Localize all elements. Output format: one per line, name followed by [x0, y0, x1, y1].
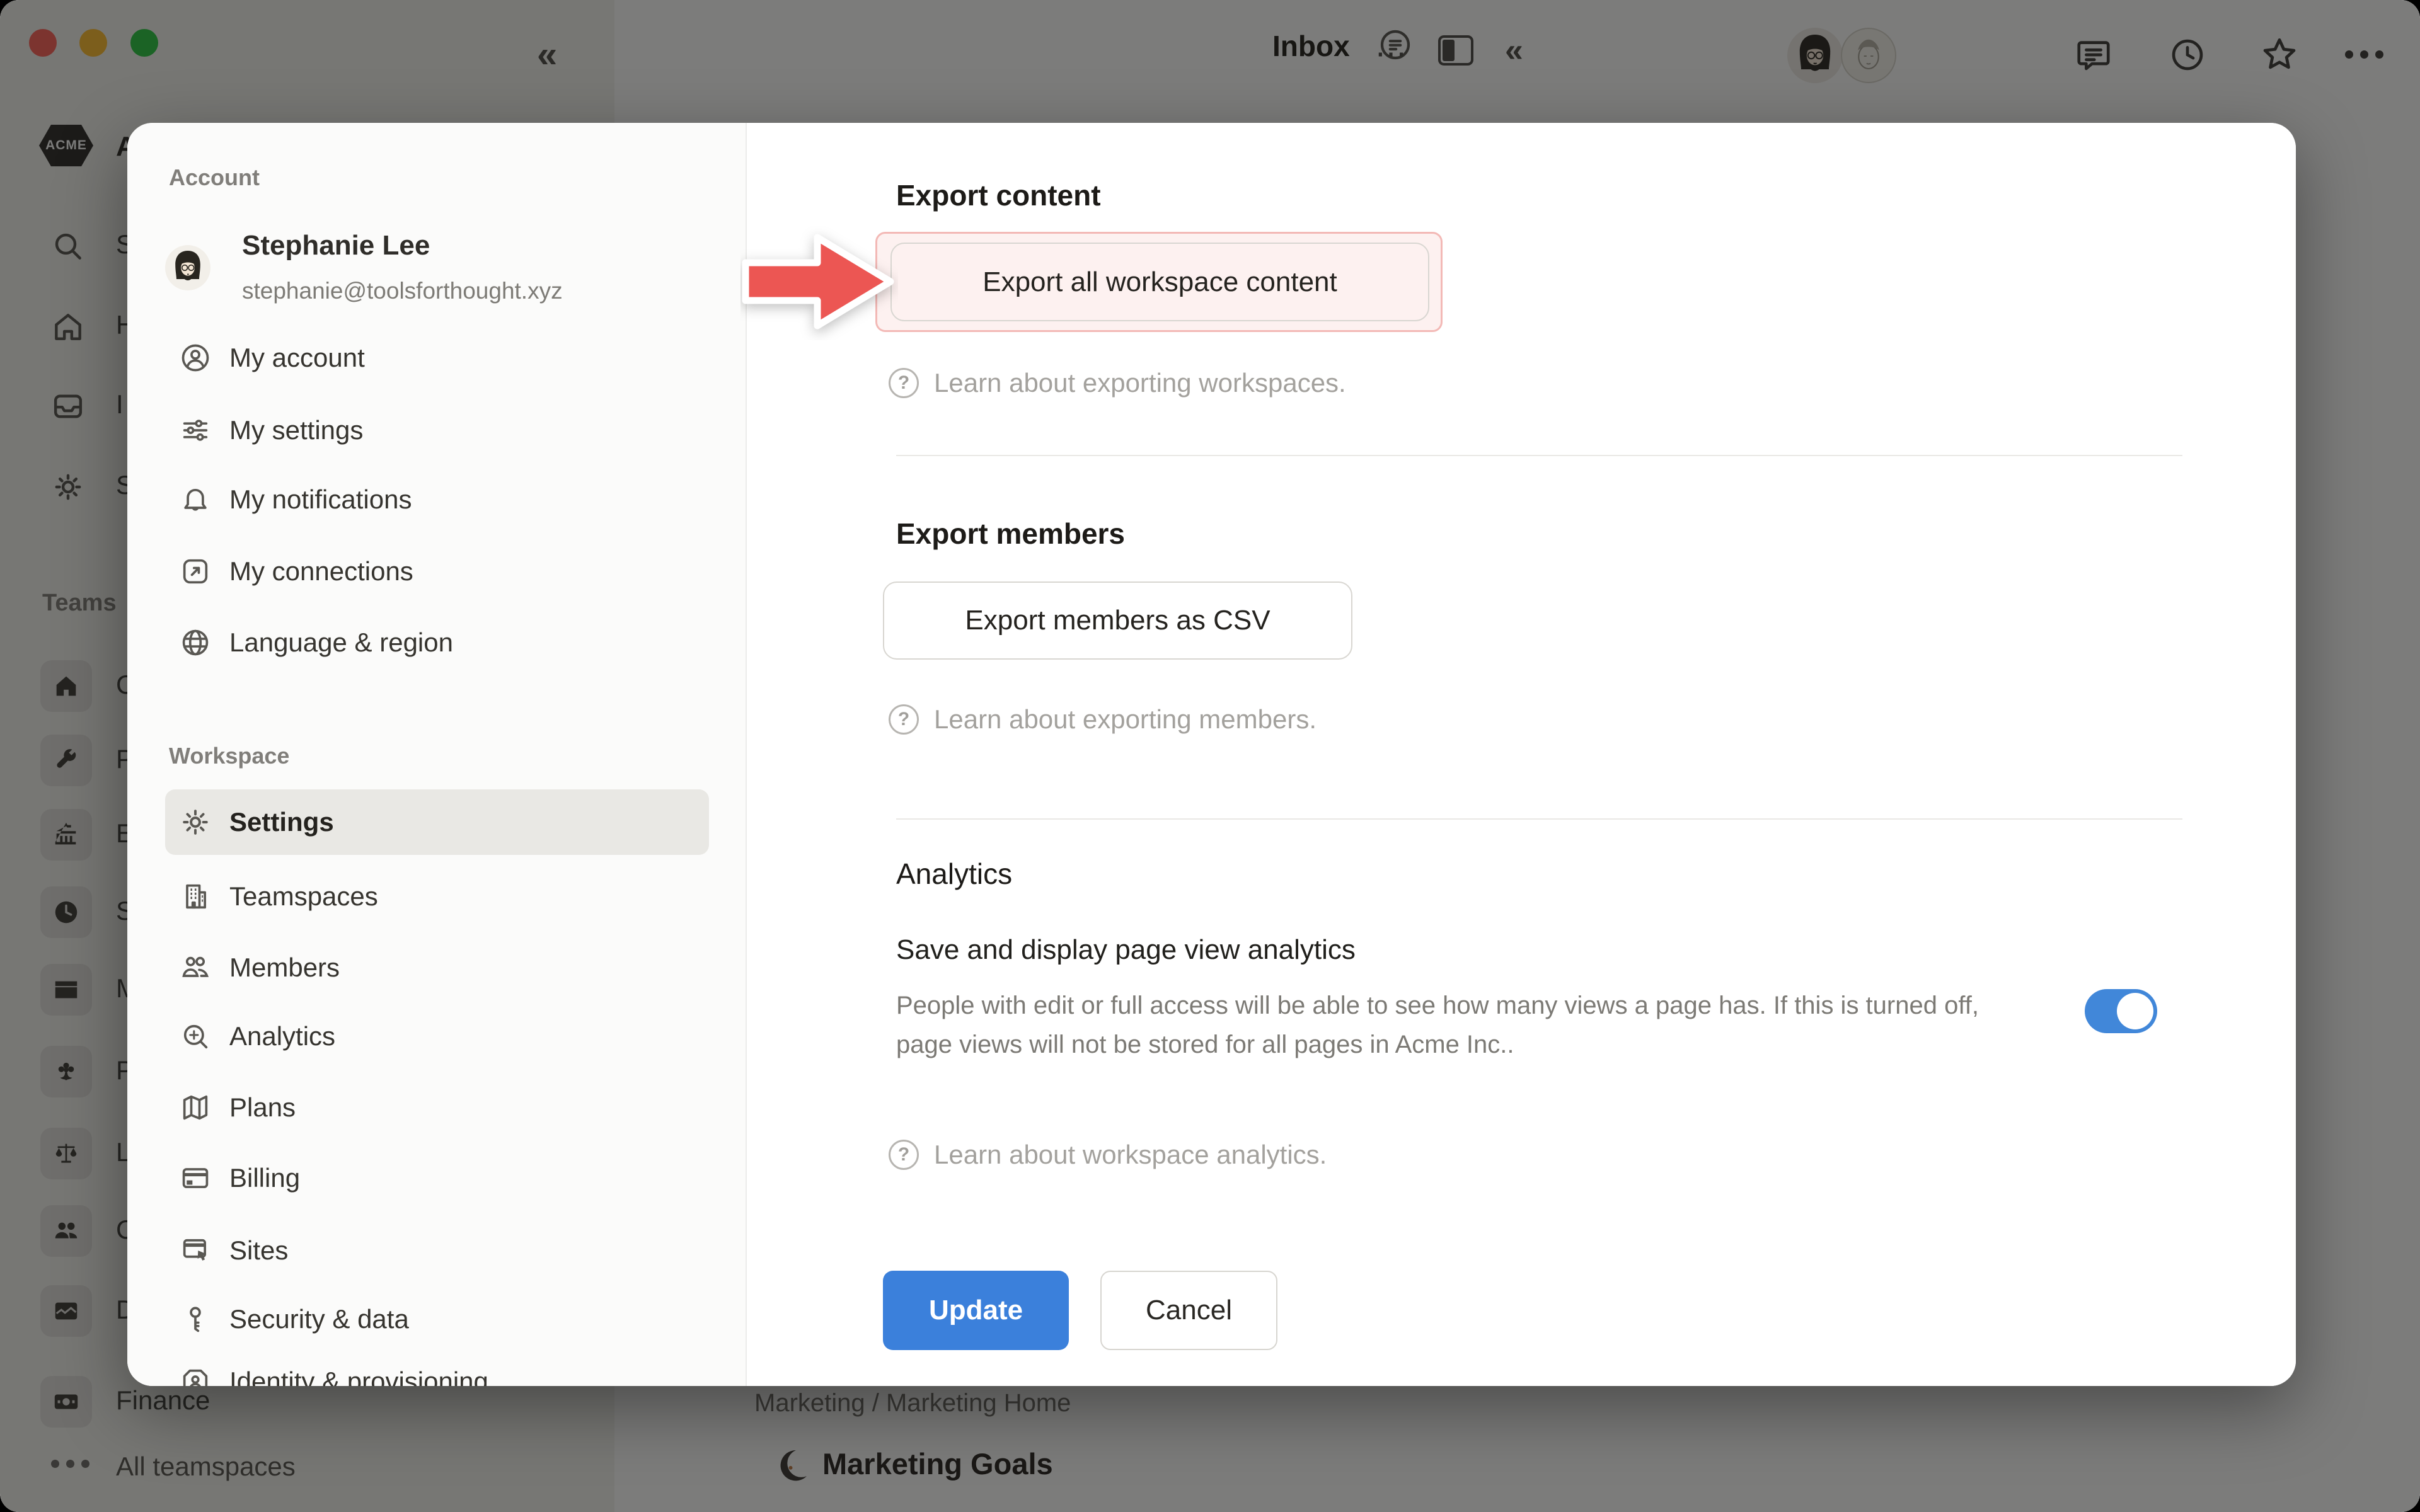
- key-icon: [179, 1303, 212, 1336]
- sidebar-item-security-data[interactable]: Security & data: [165, 1286, 709, 1352]
- annotation-arrow-icon: [740, 224, 898, 340]
- sidebar-item-teamspaces[interactable]: Teamspaces: [165, 864, 709, 929]
- workspace-section-label: Workspace: [169, 743, 289, 769]
- settings-modal-sidebar: Account Stephanie Lee stephanie@toolsfor…: [127, 123, 747, 1386]
- sidebar-item-analytics[interactable]: Analytics: [165, 1004, 709, 1069]
- globe-icon: [179, 626, 212, 659]
- sliders-icon: [179, 414, 212, 447]
- person-icon: [179, 341, 212, 374]
- help-circle-icon: ?: [889, 704, 919, 735]
- analytics-heading: Analytics: [896, 857, 1012, 891]
- connections-icon: [179, 555, 212, 588]
- sidebar-item-plans[interactable]: Plans: [165, 1075, 709, 1140]
- bell-icon: [179, 483, 212, 516]
- learn-exporting-members-link[interactable]: ? Learn about exporting members.: [889, 704, 1317, 735]
- user-name: Stephanie Lee: [242, 230, 430, 261]
- analytics-icon: [179, 1020, 212, 1053]
- learn-exporting-workspaces-link[interactable]: ? Learn about exporting workspaces.: [889, 368, 1346, 398]
- update-button[interactable]: Update: [883, 1271, 1069, 1350]
- sidebar-item-identity-provisioning[interactable]: Identity & provisioning: [165, 1349, 709, 1386]
- section-divider: [896, 455, 2182, 456]
- help-circle-icon: ?: [889, 368, 919, 398]
- export-members-heading: Export members: [896, 517, 1125, 551]
- sidebar-item-my-notifications[interactable]: My notifications: [165, 467, 709, 532]
- learn-workspace-analytics-link[interactable]: ? Learn about workspace analytics.: [889, 1140, 1327, 1170]
- user-avatar: [165, 245, 210, 290]
- export-all-workspace-content-button[interactable]: Export all workspace content: [890, 243, 1429, 321]
- cancel-button[interactable]: Cancel: [1100, 1271, 1277, 1350]
- app-window: ACME Ac S H I S Teams C P E S: [0, 0, 2420, 1512]
- sidebar-item-sites[interactable]: Sites: [165, 1218, 709, 1283]
- sidebar-item-my-connections[interactable]: My connections: [165, 539, 709, 604]
- help-circle-icon: ?: [889, 1140, 919, 1170]
- members-icon: [179, 951, 212, 984]
- sidebar-item-language-region[interactable]: Language & region: [165, 610, 709, 675]
- badge-icon: [179, 1365, 212, 1386]
- analytics-toggle-title: Save and display page view analytics: [896, 934, 1356, 966]
- sidebar-item-my-settings[interactable]: My settings: [165, 398, 709, 463]
- gear-icon: [179, 806, 212, 839]
- export-members-csv-button[interactable]: Export members as CSV: [883, 581, 1352, 660]
- card-icon: [179, 1162, 212, 1194]
- export-content-heading: Export content: [896, 178, 1101, 212]
- user-email: stephanie@toolsforthought.xyz: [242, 278, 563, 304]
- building-icon: [179, 880, 212, 913]
- sites-icon: [179, 1234, 212, 1267]
- settings-modal-content: Export content Export all workspace cont…: [747, 123, 2296, 1386]
- sidebar-item-members[interactable]: Members: [165, 935, 709, 1000]
- analytics-toggle[interactable]: [2085, 989, 2157, 1033]
- sidebar-item-my-account[interactable]: My account: [165, 325, 709, 391]
- sidebar-item-settings[interactable]: Settings: [165, 789, 709, 855]
- settings-modal: Account Stephanie Lee stephanie@toolsfor…: [127, 123, 2296, 1386]
- account-section-label: Account: [169, 164, 260, 191]
- map-icon: [179, 1091, 212, 1124]
- section-divider: [896, 818, 2182, 820]
- analytics-description: People with edit or full access will be …: [896, 986, 1980, 1064]
- sidebar-item-billing[interactable]: Billing: [165, 1145, 709, 1211]
